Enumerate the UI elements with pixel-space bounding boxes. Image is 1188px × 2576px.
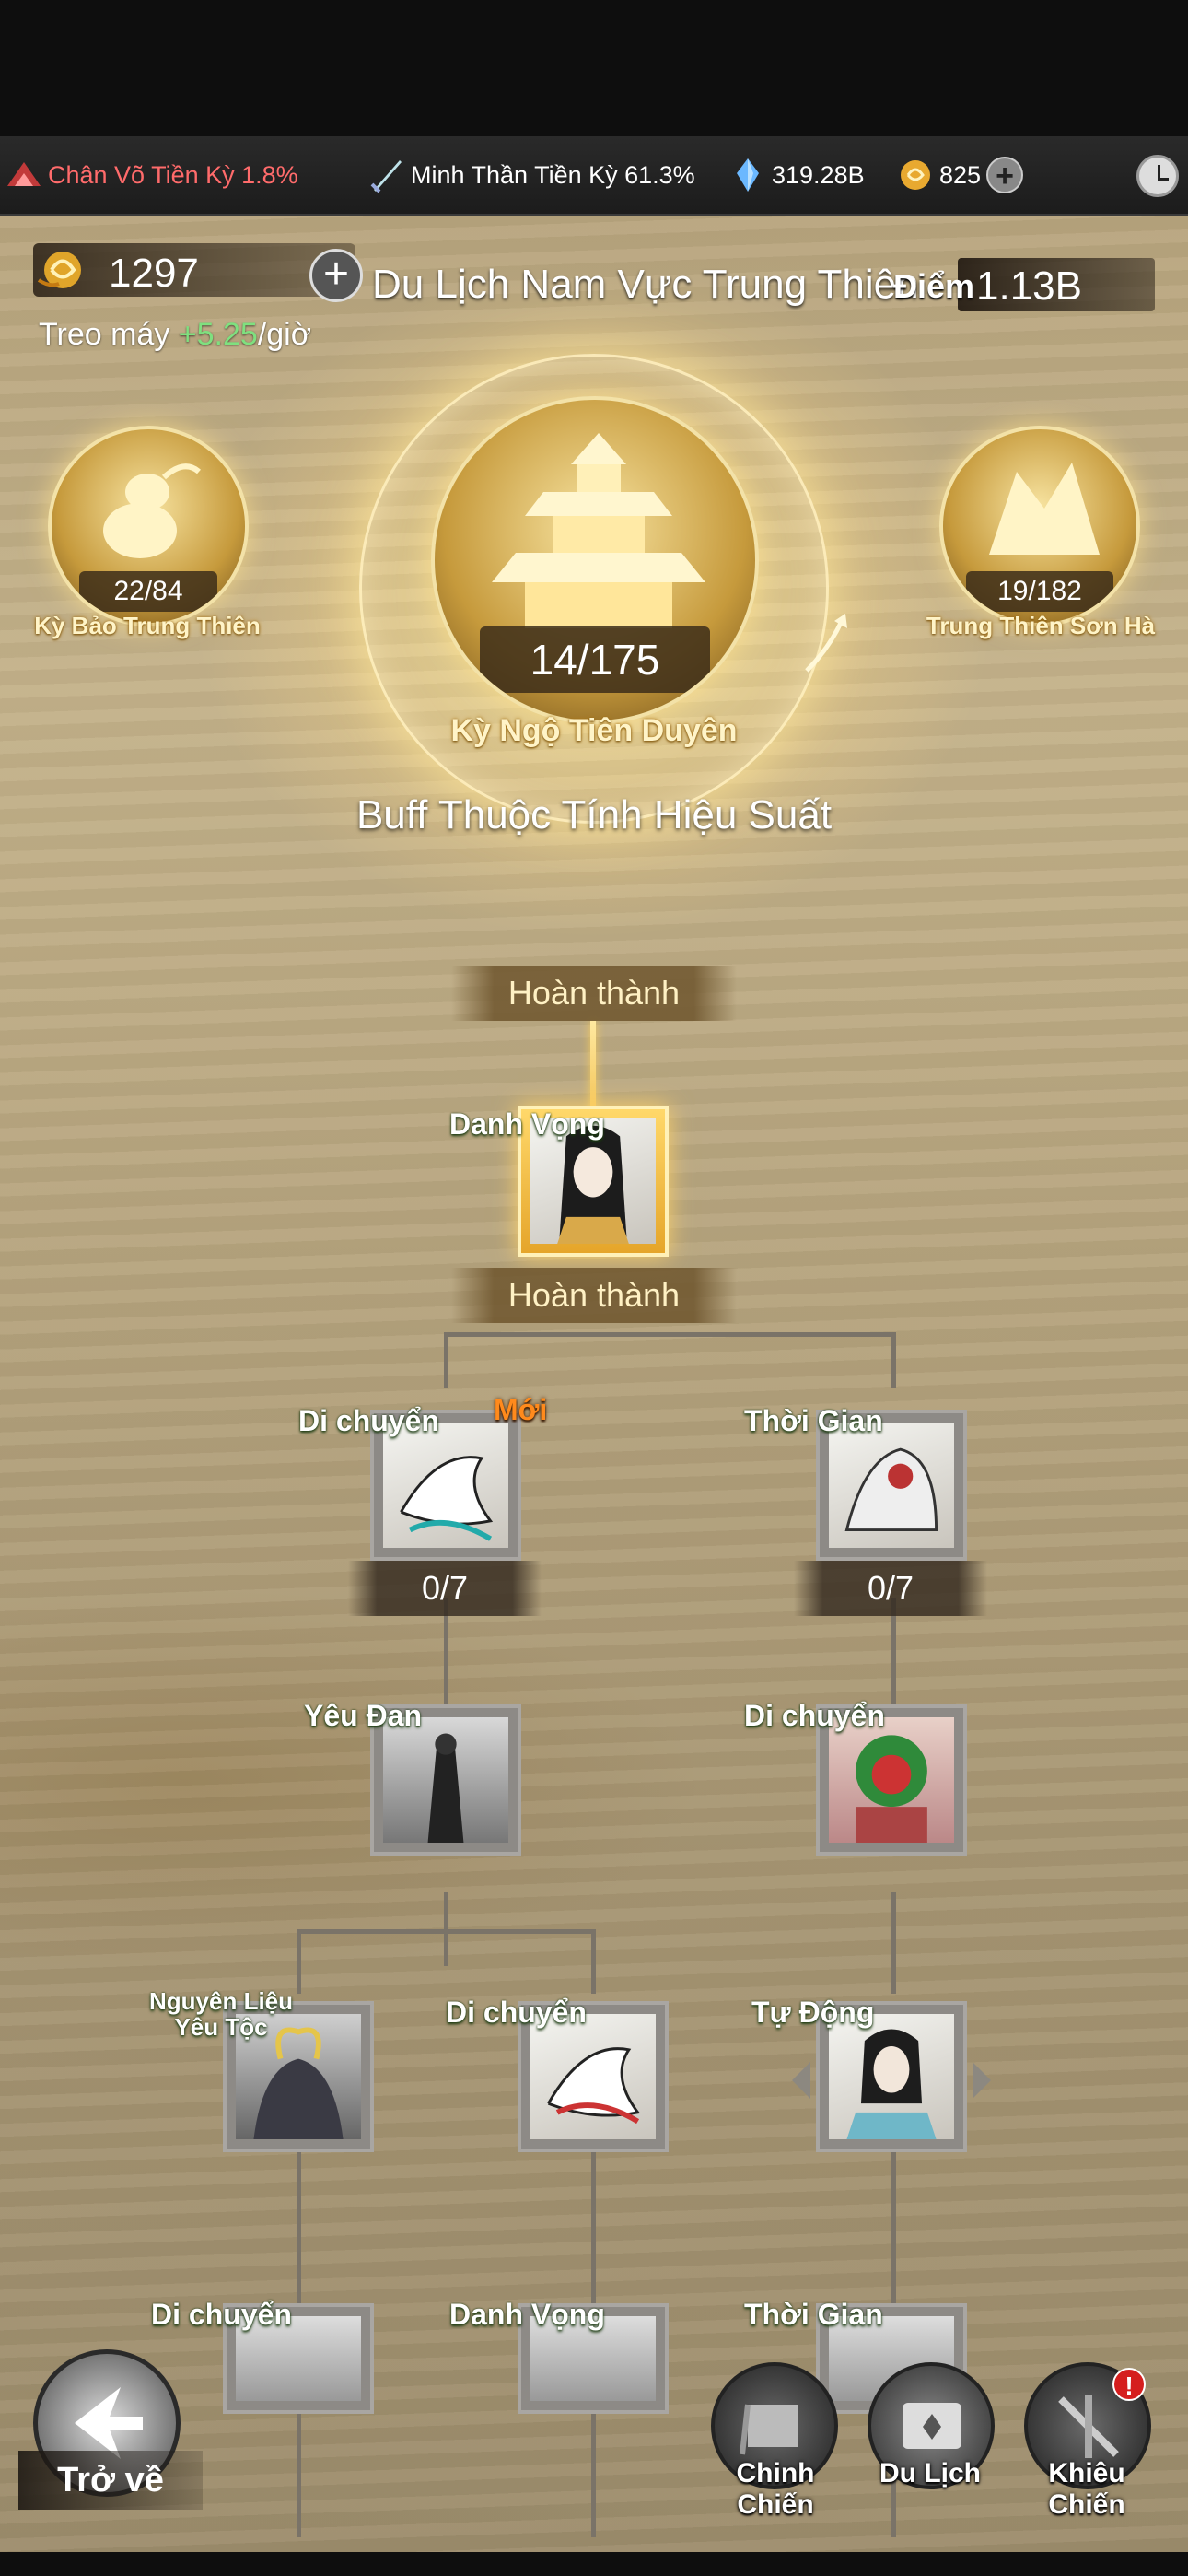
realm-progress-2-label: Minh Thần Tiền Kỳ 61.3% bbox=[411, 160, 695, 189]
mountain-icon bbox=[989, 463, 1100, 555]
gold-counter[interactable]: 825 + bbox=[897, 157, 1024, 193]
top-complete-status: Hoàn thành bbox=[451, 966, 737, 1021]
tree-line-row3-mid bbox=[591, 1929, 596, 1994]
add-gold-button[interactable]: + bbox=[986, 157, 1024, 193]
gold-value: 825 bbox=[939, 160, 982, 189]
orb-mountains[interactable]: 19/182 bbox=[939, 426, 1140, 626]
idle-suffix: /giờ bbox=[257, 317, 312, 352]
orb-treasures-caption: Kỳ Bảo Trung Thiên bbox=[34, 612, 261, 639]
back-label[interactable]: Trở về bbox=[18, 2451, 203, 2510]
row4-left-tag: Di chuyển bbox=[138, 2298, 301, 2331]
row2-right-tag: Di chuyển bbox=[731, 1699, 894, 1732]
orb-mountains-caption: Trung Thiên Sơn Hà bbox=[926, 612, 1156, 639]
row3-left-tag-line2: Yêu Tộc bbox=[174, 2013, 268, 2041]
crossed-swords-icon bbox=[1058, 2395, 1119, 2458]
buff-title: Buff Thuộc Tính Hiệu Suất bbox=[355, 792, 833, 837]
row3-left-tag-line1: Nguyên Liệu bbox=[149, 1987, 294, 2015]
red-realm-icon bbox=[7, 162, 41, 186]
nav-conquest-label[interactable]: Chinh Chiến bbox=[702, 2458, 849, 2521]
row3-right-tag: Tự Động bbox=[738, 1996, 884, 2029]
orb-encounter-count: 14/175 bbox=[480, 626, 710, 693]
beast-portrait bbox=[829, 1423, 954, 1548]
score-box: 1.13B bbox=[958, 258, 1155, 311]
root-complete-status: Hoàn thành bbox=[451, 1268, 737, 1323]
tree-line-row3-left bbox=[297, 1929, 301, 1994]
arrow-left-icon[interactable] bbox=[792, 2062, 812, 2099]
resource-bar: Chân Võ Tiền Kỳ 1.8% Minh Thần Tiền Kỳ 6… bbox=[0, 136, 1188, 216]
spirit-stone-counter[interactable]: 319.28B bbox=[729, 157, 865, 193]
war-banner-icon bbox=[740, 2404, 798, 2455]
red-dragon-portrait bbox=[530, 2014, 656, 2139]
realm-progress-1[interactable]: Chân Võ Tiền Kỳ 1.8% bbox=[6, 157, 298, 193]
score-value: 1.13B bbox=[976, 263, 1082, 309]
row1-right-tag: Thời Gian bbox=[731, 1404, 892, 1437]
bottom-edge bbox=[0, 2552, 1188, 2576]
nav-travel-label[interactable]: Du Lịch bbox=[856, 2458, 1004, 2489]
region-title: Du Lịch Nam Vực Trung Thiên bbox=[372, 262, 919, 307]
clock-icon[interactable] bbox=[1136, 155, 1179, 197]
row1-left-progress: 0/7 bbox=[348, 1561, 542, 1616]
top-decorative-pattern bbox=[0, 0, 1188, 136]
row3-left-tag: Nguyên Liệu Yêu Tộc bbox=[135, 1987, 303, 2041]
crystal-icon bbox=[737, 158, 759, 192]
sword-icon bbox=[370, 160, 402, 193]
travel-currency-value: 1297 bbox=[109, 251, 199, 296]
tree-line-row1-left bbox=[444, 1332, 448, 1388]
realm-progress-2[interactable]: Minh Thần Tiền Kỳ 61.3% bbox=[368, 157, 695, 193]
scholar-portrait bbox=[829, 2014, 954, 2139]
idle-rate-line: Treo máy +5.25/giờ bbox=[39, 317, 311, 353]
palace-icon bbox=[492, 433, 705, 628]
score-label: Điểm bbox=[893, 267, 975, 305]
orb-encounter-caption: Kỳ Ngộ Tiên Duyên bbox=[450, 713, 738, 748]
row1-right-progress: 0/7 bbox=[794, 1561, 987, 1616]
row2-left-tag: Yêu Đan bbox=[290, 1699, 432, 1732]
arrow-sparkle-icon bbox=[805, 614, 847, 673]
demon-portrait bbox=[383, 1717, 508, 1843]
orb-encounter[interactable]: 14/175 bbox=[431, 396, 759, 724]
tree-line-r2 bbox=[891, 1892, 896, 1994]
row1-left-tag: Di chuyển bbox=[285, 1404, 448, 1437]
gourd-icon bbox=[103, 463, 201, 558]
travel-currency-box: 1297 bbox=[33, 243, 355, 297]
gold-coin-icon bbox=[901, 160, 930, 190]
orb-mountains-count: 19/182 bbox=[966, 571, 1113, 612]
realm-progress-1-label: Chân Võ Tiền Kỳ 1.8% bbox=[48, 160, 298, 189]
tree-line-row1-right bbox=[891, 1332, 896, 1388]
white-dragon-portrait bbox=[383, 1423, 508, 1548]
lion-portrait bbox=[829, 1717, 954, 1843]
orb-treasures-count: 22/84 bbox=[79, 571, 217, 612]
travel-token-icon bbox=[37, 252, 81, 288]
tree-line-row3 bbox=[297, 1929, 595, 1934]
travel-scene: 1297 + Treo máy +5.25/giờ Du Lịch Nam Vự… bbox=[0, 216, 1188, 2552]
new-badge: Mới bbox=[494, 1393, 548, 1426]
nav-challenge-label[interactable]: Khiêu Chiến bbox=[1013, 2458, 1160, 2521]
row4-mid-tag: Danh Vọng bbox=[437, 2298, 614, 2331]
arrow-right-icon[interactable] bbox=[971, 2062, 991, 2099]
spirit-stone-value: 319.28B bbox=[772, 160, 865, 189]
add-travel-currency-button[interactable]: + bbox=[309, 249, 363, 302]
row3-mid-tag: Di chuyển bbox=[433, 1996, 596, 2029]
orb-treasures[interactable]: 22/84 bbox=[48, 426, 249, 626]
idle-rate-value: +5.25 bbox=[178, 317, 258, 352]
idle-prefix: Treo máy bbox=[39, 317, 170, 352]
row4-right-tag: Thời Gian bbox=[731, 2298, 892, 2331]
tree-line-row1 bbox=[444, 1332, 895, 1337]
challenge-alert-badge: ! bbox=[1112, 2368, 1146, 2401]
root-tag: Danh Vọng bbox=[437, 1107, 614, 1141]
scroll-map-icon bbox=[903, 2403, 961, 2449]
